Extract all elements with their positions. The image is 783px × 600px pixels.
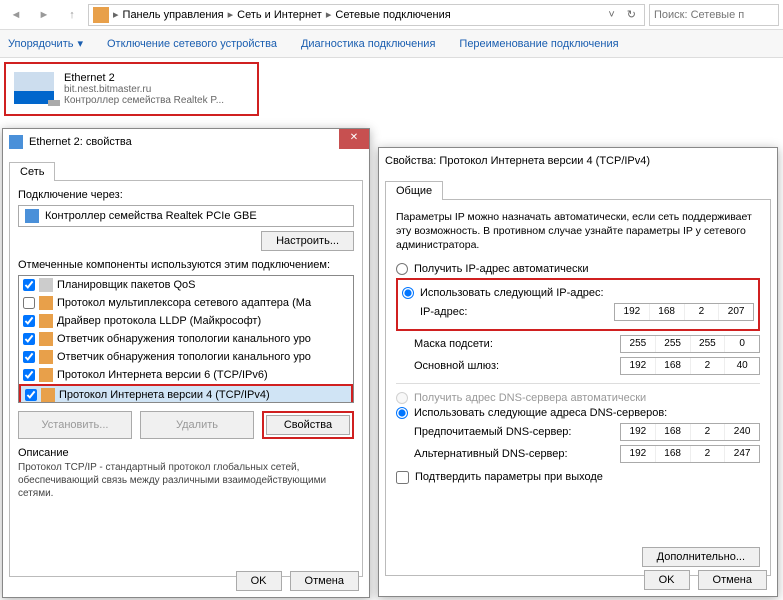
- tcpip-properties-dialog: Свойства: Протокол Интернета версии 4 (T…: [378, 147, 778, 597]
- breadcrumb-part[interactable]: Сетевые подключения: [335, 9, 450, 21]
- component-row[interactable]: Драйвер протокола LLDP (Майкрософт): [19, 312, 353, 330]
- adapter-icon: [25, 209, 39, 223]
- component-row[interactable]: Ответчик обнаружения топологии канальног…: [19, 330, 353, 348]
- component-icon: [39, 368, 53, 382]
- close-icon[interactable]: ✕: [339, 129, 369, 149]
- component-label: Протокол мультиплексора сетевого адаптер…: [57, 297, 311, 309]
- refresh-icon[interactable]: ↻: [623, 8, 640, 21]
- component-icon: [39, 278, 53, 292]
- address-bar: ◄ ► ↑ ▸Панель управления ▸Сеть и Интерне…: [0, 0, 783, 30]
- use-ip-radio[interactable]: [402, 287, 414, 299]
- validate-checkbox[interactable]: [396, 471, 409, 484]
- device-field: Контроллер семейства Realtek PCIe GBE: [18, 205, 354, 227]
- component-row[interactable]: Протокол мультиплексора сетевого адаптер…: [19, 294, 353, 312]
- disable-device[interactable]: Отключение сетевого устройства: [107, 38, 277, 50]
- component-label: Ответчик обнаружения топологии канальног…: [57, 351, 311, 363]
- component-icon: [41, 388, 55, 402]
- subnet-mask-input[interactable]: 2552552550: [620, 335, 760, 353]
- component-row[interactable]: Ответчик обнаружения топологии канальног…: [19, 348, 353, 366]
- component-checkbox[interactable]: [23, 333, 35, 345]
- dialog-title: Свойства: Протокол Интернета версии 4 (T…: [385, 155, 650, 167]
- component-label: Ответчик обнаружения топологии канальног…: [57, 333, 311, 345]
- connection-item[interactable]: Ethernet 2 bit.nest.bitmaster.ru Контрол…: [4, 62, 259, 116]
- breadcrumb-dropdown-icon[interactable]: ˅: [604, 9, 618, 21]
- ok-button[interactable]: OK: [644, 570, 690, 590]
- control-panel-icon: [93, 7, 109, 23]
- cancel-button[interactable]: Отмена: [290, 571, 359, 591]
- up-button[interactable]: ↑: [60, 3, 84, 27]
- component-icon: [39, 350, 53, 364]
- ethernet-icon: [14, 72, 54, 104]
- description-text: Протокол TCP/IP - стандартный протокол г…: [18, 461, 354, 500]
- component-label: Драйвер протокола LLDP (Майкрософт): [57, 315, 261, 327]
- ok-button[interactable]: OK: [236, 571, 282, 591]
- organize-menu[interactable]: Упорядочить ▾: [8, 37, 83, 50]
- install-button[interactable]: Установить...: [18, 411, 132, 439]
- component-checkbox[interactable]: [23, 315, 35, 327]
- forward-button[interactable]: ►: [32, 3, 56, 27]
- rename[interactable]: Переименование подключения: [459, 38, 618, 50]
- advanced-button[interactable]: Дополнительно...: [642, 547, 760, 567]
- component-label: Планировщик пакетов QoS: [57, 279, 196, 291]
- component-label: Протокол Интернета версии 4 (TCP/IPv4): [59, 389, 270, 401]
- diagnose[interactable]: Диагностика подключения: [301, 38, 435, 50]
- toolbar: Упорядочить ▾ Отключение сетевого устрой…: [0, 30, 783, 58]
- component-row[interactable]: Планировщик пакетов QoS: [19, 276, 353, 294]
- breadcrumb-part[interactable]: Панель управления: [123, 9, 224, 21]
- auto-ip-radio[interactable]: [396, 263, 408, 275]
- dialog-titlebar[interactable]: Ethernet 2: свойства ✕: [3, 129, 369, 155]
- gateway-input[interactable]: 192168240: [620, 357, 760, 375]
- component-row[interactable]: Протокол Интернета версии 4 (TCP/IPv4): [21, 386, 351, 403]
- component-label: Протокол Интернета версии 6 (TCP/IPv6): [57, 369, 268, 381]
- component-icon: [39, 314, 53, 328]
- component-checkbox[interactable]: [25, 389, 37, 401]
- component-checkbox[interactable]: [23, 351, 35, 363]
- components-list[interactable]: Планировщик пакетов QoS Протокол мультипл…: [18, 275, 354, 403]
- dialog-title: Ethernet 2: свойства: [29, 136, 132, 148]
- component-row[interactable]: Протокол Интернета версии 6 (TCP/IPv6): [19, 366, 353, 384]
- properties-button[interactable]: Свойства: [266, 415, 350, 435]
- cancel-button[interactable]: Отмена: [698, 570, 767, 590]
- ip-address-input[interactable]: 1921682207: [614, 303, 754, 321]
- dns2-input[interactable]: 1921682247: [620, 445, 760, 463]
- ip-description: Параметры IP можно назначать автоматичес…: [396, 210, 760, 253]
- tab-general[interactable]: Общие: [385, 181, 443, 200]
- components-label: Отмеченные компоненты используются этим …: [18, 259, 354, 271]
- component-checkbox[interactable]: [23, 369, 35, 381]
- configure-button[interactable]: Настроить...: [261, 231, 354, 251]
- connection-name: Ethernet 2: [64, 72, 224, 84]
- auto-dns-radio[interactable]: [396, 392, 408, 404]
- breadcrumb-part[interactable]: Сеть и Интернет: [237, 9, 322, 21]
- connection-domain: bit.nest.bitmaster.ru: [64, 84, 224, 95]
- component-checkbox[interactable]: [23, 279, 35, 291]
- description-label: Описание: [18, 447, 354, 459]
- search-input[interactable]: [649, 4, 779, 26]
- remove-button[interactable]: Удалить: [140, 411, 254, 439]
- network-icon: [9, 135, 23, 149]
- ethernet-properties-dialog: Ethernet 2: свойства ✕ Сеть Подключение …: [2, 128, 370, 598]
- connection-adapter: Контроллер семейства Realtek P...: [64, 95, 224, 106]
- tab-network[interactable]: Сеть: [9, 162, 55, 181]
- use-dns-radio[interactable]: [396, 407, 408, 419]
- connect-via-label: Подключение через:: [18, 189, 354, 201]
- dns1-input[interactable]: 1921682240: [620, 423, 760, 441]
- component-icon: [39, 296, 53, 310]
- dialog-titlebar[interactable]: Свойства: Протокол Интернета версии 4 (T…: [379, 148, 777, 174]
- component-checkbox[interactable]: [23, 297, 35, 309]
- back-button[interactable]: ◄: [4, 3, 28, 27]
- breadcrumb[interactable]: ▸Панель управления ▸Сеть и Интернет ▸Сет…: [88, 4, 645, 26]
- component-icon: [39, 332, 53, 346]
